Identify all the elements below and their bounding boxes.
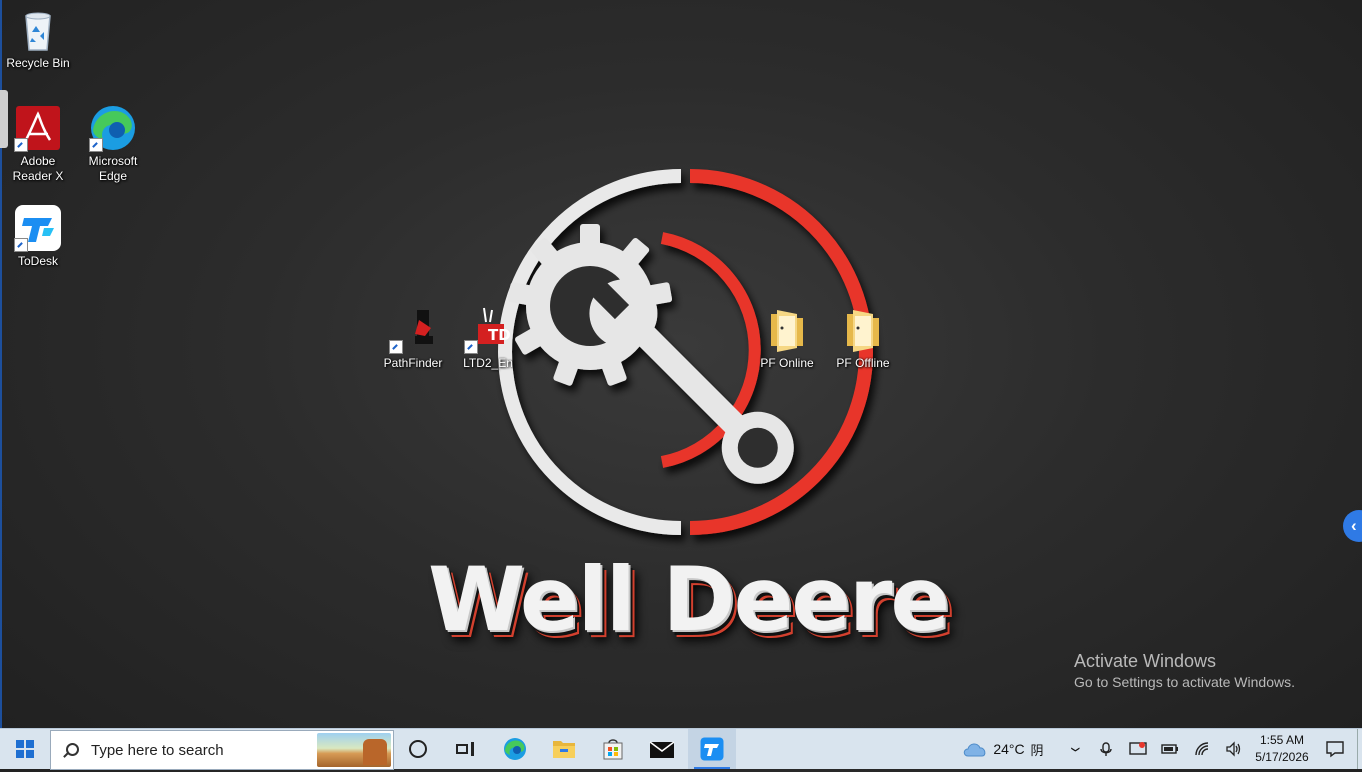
action-center-button[interactable] — [1320, 729, 1350, 769]
desktop-icon-pf-online[interactable]: PF Online — [749, 306, 825, 371]
todesk-icon — [14, 204, 62, 252]
search-highlight-image — [317, 733, 391, 767]
icon-label: PF Online — [760, 356, 814, 370]
monitor-alert-icon — [1129, 742, 1147, 755]
task-view-button[interactable] — [441, 729, 489, 769]
desktop-icon-edge[interactable]: Microsoft Edge — [75, 104, 151, 184]
taskbar-file-explorer-button[interactable] — [540, 729, 588, 769]
recycle-bin-icon — [14, 6, 62, 54]
shortcut-arrow-icon — [389, 340, 403, 354]
file-explorer-icon — [553, 741, 575, 758]
clock[interactable]: 1:55 AM 5/17/2026 — [1252, 729, 1312, 772]
chevron-left-icon: ‹ — [1351, 516, 1357, 535]
notification-icon — [1326, 741, 1344, 758]
tray-mic-button[interactable] — [1094, 729, 1118, 769]
mail-icon — [649, 741, 675, 758]
search-box[interactable]: Type here to search — [50, 730, 394, 770]
shortcut-arrow-icon — [14, 138, 28, 152]
task-view-icon — [456, 742, 474, 756]
tray-network-button[interactable] — [1190, 729, 1214, 769]
desktop: Well Deere Recycle Bin Adobe Reader X Mi… — [0, 0, 1362, 728]
gear-icon — [507, 224, 673, 386]
icon-label: PathFinder — [383, 356, 443, 370]
tray-security-button[interactable] — [1126, 729, 1150, 769]
edge-icon — [89, 104, 137, 152]
battery-icon — [1161, 744, 1178, 754]
activation-subtitle: Go to Settings to activate Windows. — [1074, 674, 1295, 690]
icon-label: Microsoft Edge — [88, 154, 138, 183]
taskbar-mail-button[interactable] — [638, 729, 686, 769]
edge-icon — [504, 738, 526, 760]
weather-button[interactable] — [960, 729, 990, 769]
folder-icon — [839, 306, 887, 354]
desktop-icon-todesk[interactable]: ToDesk — [0, 204, 76, 269]
taskbar-store-button[interactable] — [589, 729, 637, 769]
cloud-icon — [963, 743, 986, 757]
search-icon — [63, 743, 79, 757]
search-placeholder: Type here to search — [91, 741, 224, 759]
pathfinder-icon — [389, 306, 437, 354]
activation-title: Activate Windows — [1074, 651, 1217, 671]
speaker-icon — [1226, 741, 1241, 757]
taskbar-todesk-button[interactable] — [688, 729, 736, 769]
desktop-icon-recycle-bin[interactable]: Recycle Bin — [0, 6, 76, 71]
icon-label: LTD2_En — [463, 356, 513, 370]
todesk-icon — [700, 737, 724, 761]
side-panel-handle[interactable]: ‹ — [1343, 510, 1362, 542]
wallpaper-brand: Well Deere — [427, 548, 950, 651]
desktop-icon-pathfinder[interactable]: PathFinder — [375, 306, 451, 371]
wrench-icon — [586, 276, 794, 484]
microphone-icon — [1100, 742, 1112, 756]
start-button[interactable] — [0, 729, 50, 769]
tray-volume-button[interactable] — [1222, 729, 1246, 769]
icon-label: Recycle Bin — [6, 56, 70, 70]
ltd2-icon: TD — [464, 306, 512, 354]
shortcut-arrow-icon — [464, 340, 478, 354]
chevron-up-icon: ‹ — [1062, 746, 1086, 752]
adobe-reader-icon — [14, 104, 62, 152]
desktop-icon-adobe-reader[interactable]: Adobe Reader X — [0, 104, 76, 184]
show-hidden-icons-button[interactable]: ‹ — [1062, 729, 1086, 769]
weather-temp-text: 24°C — [993, 741, 1025, 757]
icon-label: Adobe Reader X — [12, 154, 64, 183]
svg-text:TD: TD — [488, 326, 511, 344]
weather-condition[interactable]: 阴 — [1028, 729, 1046, 769]
wifi-icon — [1195, 742, 1209, 756]
shortcut-arrow-icon — [14, 238, 28, 252]
taskbar-edge-button[interactable] — [491, 729, 539, 769]
store-icon — [603, 739, 623, 760]
cortana-button[interactable] — [394, 729, 442, 769]
clock-time: 1:55 AM — [1259, 733, 1305, 747]
desktop-icon-pf-offline[interactable]: PF Offline — [825, 306, 901, 371]
weather-temp[interactable]: 24°C — [992, 729, 1026, 769]
icon-label: ToDesk — [17, 254, 58, 268]
desktop-icon-ltd2[interactable]: TD LTD2_En — [450, 306, 526, 371]
taskbar: Type here to search 24°C 阴 ‹ 1:55 AM 5/1… — [0, 728, 1362, 772]
shortcut-arrow-icon — [89, 138, 103, 152]
show-desktop-button[interactable] — [1357, 729, 1362, 769]
windows-icon — [16, 740, 34, 758]
activation-watermark: Activate Windows Go to Settings to activ… — [1074, 650, 1295, 692]
cortana-icon — [409, 740, 427, 758]
tray-battery-button[interactable] — [1158, 729, 1182, 769]
clock-date: 5/17/2026 — [1255, 750, 1309, 764]
icon-label: PF Offline — [836, 356, 890, 370]
folder-icon — [763, 306, 811, 354]
weather-condition-text: 阴 — [1030, 742, 1044, 758]
